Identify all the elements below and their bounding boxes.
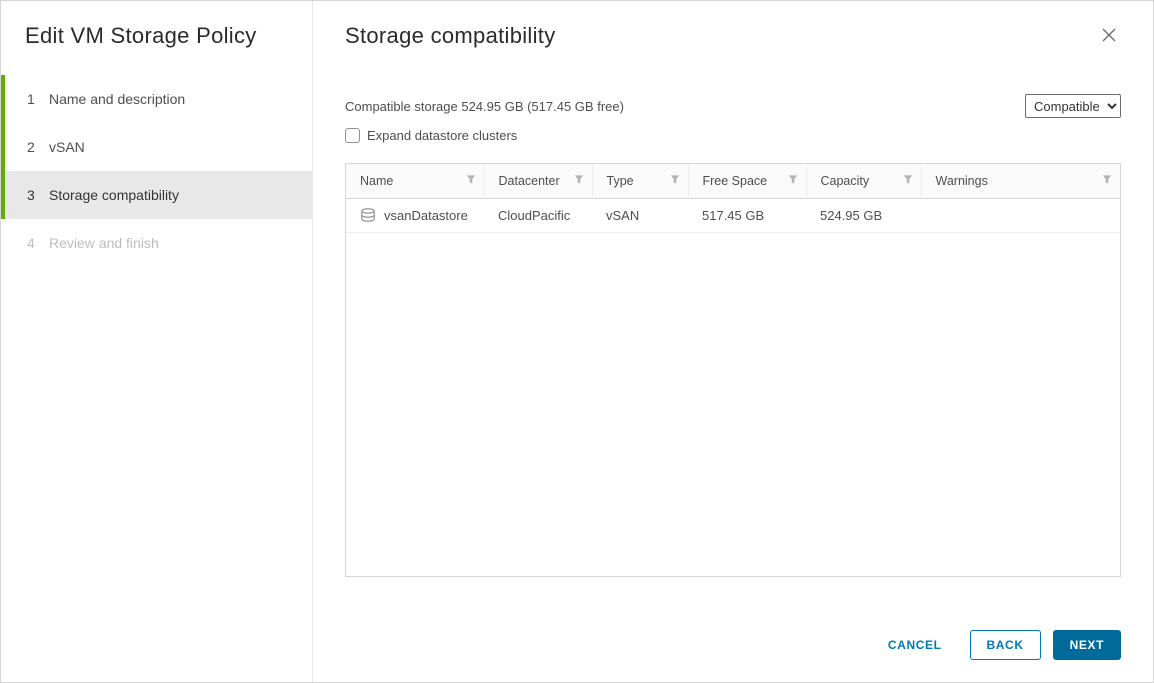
wizard-step-storage-compatibility[interactable]: 3 Storage compatibility bbox=[1, 171, 312, 219]
cell-warnings bbox=[921, 198, 1120, 232]
filter-icon[interactable] bbox=[903, 174, 913, 187]
col-header-datacenter[interactable]: Datacenter bbox=[484, 164, 592, 198]
col-header-warnings[interactable]: Warnings bbox=[921, 164, 1120, 198]
table-row[interactable]: vsanDatastore CloudPacific vSAN 517.45 G… bbox=[346, 198, 1120, 232]
col-label: Type bbox=[607, 174, 634, 188]
cell-type: vSAN bbox=[592, 198, 688, 232]
step-number: 3 bbox=[27, 187, 49, 203]
summary-row: Compatible storage 524.95 GB (517.45 GB … bbox=[345, 94, 1121, 118]
cell-capacity: 524.95 GB bbox=[806, 198, 921, 232]
datastore-name: vsanDatastore bbox=[384, 208, 468, 223]
close-button[interactable] bbox=[1097, 23, 1121, 50]
compatibility-filter-select[interactable]: Compatible bbox=[1025, 94, 1121, 118]
wizard-step-name-description[interactable]: 1 Name and description bbox=[1, 75, 312, 123]
filter-icon[interactable] bbox=[1102, 174, 1112, 187]
cell-datacenter: CloudPacific bbox=[484, 198, 592, 232]
col-label: Free Space bbox=[703, 174, 768, 188]
wizard-title: Edit VM Storage Policy bbox=[1, 23, 312, 75]
datastore-table-container: Name Datacenter Type bbox=[345, 163, 1121, 577]
datastore-table: Name Datacenter Type bbox=[346, 164, 1120, 233]
filter-icon[interactable] bbox=[466, 174, 476, 187]
dialog: Edit VM Storage Policy 1 Name and descri… bbox=[0, 0, 1154, 683]
col-label: Capacity bbox=[821, 174, 870, 188]
expand-datastore-clusters-checkbox[interactable] bbox=[345, 128, 360, 143]
wizard-step-review-finish: 4 Review and finish bbox=[1, 219, 312, 267]
back-button[interactable]: BACK bbox=[970, 630, 1041, 660]
col-header-free-space[interactable]: Free Space bbox=[688, 164, 806, 198]
wizard-steps: 1 Name and description 2 vSAN 3 Storage … bbox=[1, 75, 312, 267]
filter-icon[interactable] bbox=[574, 174, 584, 187]
wizard-footer: CANCEL BACK NEXT bbox=[345, 610, 1121, 682]
filter-icon[interactable] bbox=[788, 174, 798, 187]
col-label: Warnings bbox=[936, 174, 988, 188]
wizard-step-vsan[interactable]: 2 vSAN bbox=[1, 123, 312, 171]
page-title: Storage compatibility bbox=[345, 23, 556, 49]
col-header-capacity[interactable]: Capacity bbox=[806, 164, 921, 198]
step-label: Storage compatibility bbox=[49, 187, 179, 203]
expand-clusters-row: Expand datastore clusters bbox=[345, 128, 1121, 143]
datastore-icon bbox=[360, 208, 376, 222]
compatible-storage-summary: Compatible storage 524.95 GB (517.45 GB … bbox=[345, 99, 624, 114]
table-header-row: Name Datacenter Type bbox=[346, 164, 1120, 198]
step-number: 1 bbox=[27, 91, 49, 107]
next-button[interactable]: NEXT bbox=[1053, 630, 1121, 660]
col-header-name[interactable]: Name bbox=[346, 164, 484, 198]
wizard-content: Storage compatibility Compatible storage… bbox=[313, 1, 1153, 682]
step-label: vSAN bbox=[49, 139, 85, 155]
filter-icon[interactable] bbox=[670, 174, 680, 187]
close-icon bbox=[1101, 27, 1117, 47]
wizard-sidebar: Edit VM Storage Policy 1 Name and descri… bbox=[1, 1, 313, 682]
col-label: Name bbox=[360, 174, 393, 188]
cell-free-space: 517.45 GB bbox=[688, 198, 806, 232]
step-number: 2 bbox=[27, 139, 49, 155]
cancel-button[interactable]: CANCEL bbox=[872, 630, 958, 660]
expand-datastore-clusters-label[interactable]: Expand datastore clusters bbox=[367, 128, 517, 143]
col-header-type[interactable]: Type bbox=[592, 164, 688, 198]
step-number: 4 bbox=[27, 235, 49, 251]
step-label: Review and finish bbox=[49, 235, 159, 251]
content-header: Storage compatibility bbox=[345, 23, 1121, 50]
cell-name: vsanDatastore bbox=[346, 198, 484, 232]
col-label: Datacenter bbox=[499, 174, 560, 188]
step-label: Name and description bbox=[49, 91, 185, 107]
